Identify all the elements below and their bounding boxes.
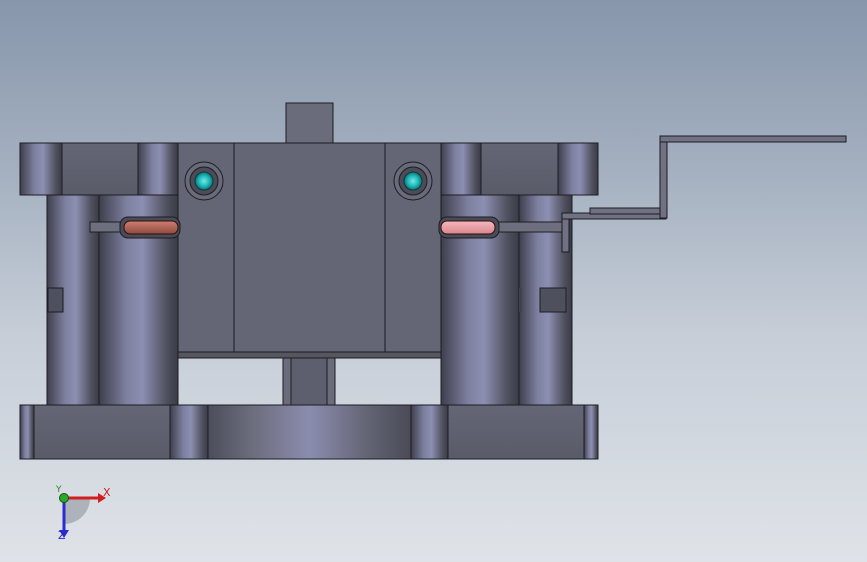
triad-shade-icon <box>64 498 90 524</box>
x-axis-label: X <box>103 486 111 499</box>
lower-stem[interactable] <box>282 357 336 406</box>
top-stud[interactable] <box>285 102 334 145</box>
left-pillar-notch <box>47 287 64 313</box>
3d-viewport[interactable]: X Y Z <box>0 0 867 562</box>
right-pillar-notch <box>539 287 567 313</box>
bottom-plate[interactable] <box>19 404 599 460</box>
right-stripper-pad <box>440 220 496 235</box>
right-bolt[interactable] <box>393 161 433 201</box>
left-stripper-pad <box>123 220 179 235</box>
left-bolt[interactable] <box>184 161 224 201</box>
z-axis-label: Z <box>58 529 66 542</box>
bent-wire-arm[interactable] <box>561 135 847 253</box>
y-axis-label: Y <box>56 485 62 495</box>
model-drawing[interactable] <box>0 0 867 562</box>
